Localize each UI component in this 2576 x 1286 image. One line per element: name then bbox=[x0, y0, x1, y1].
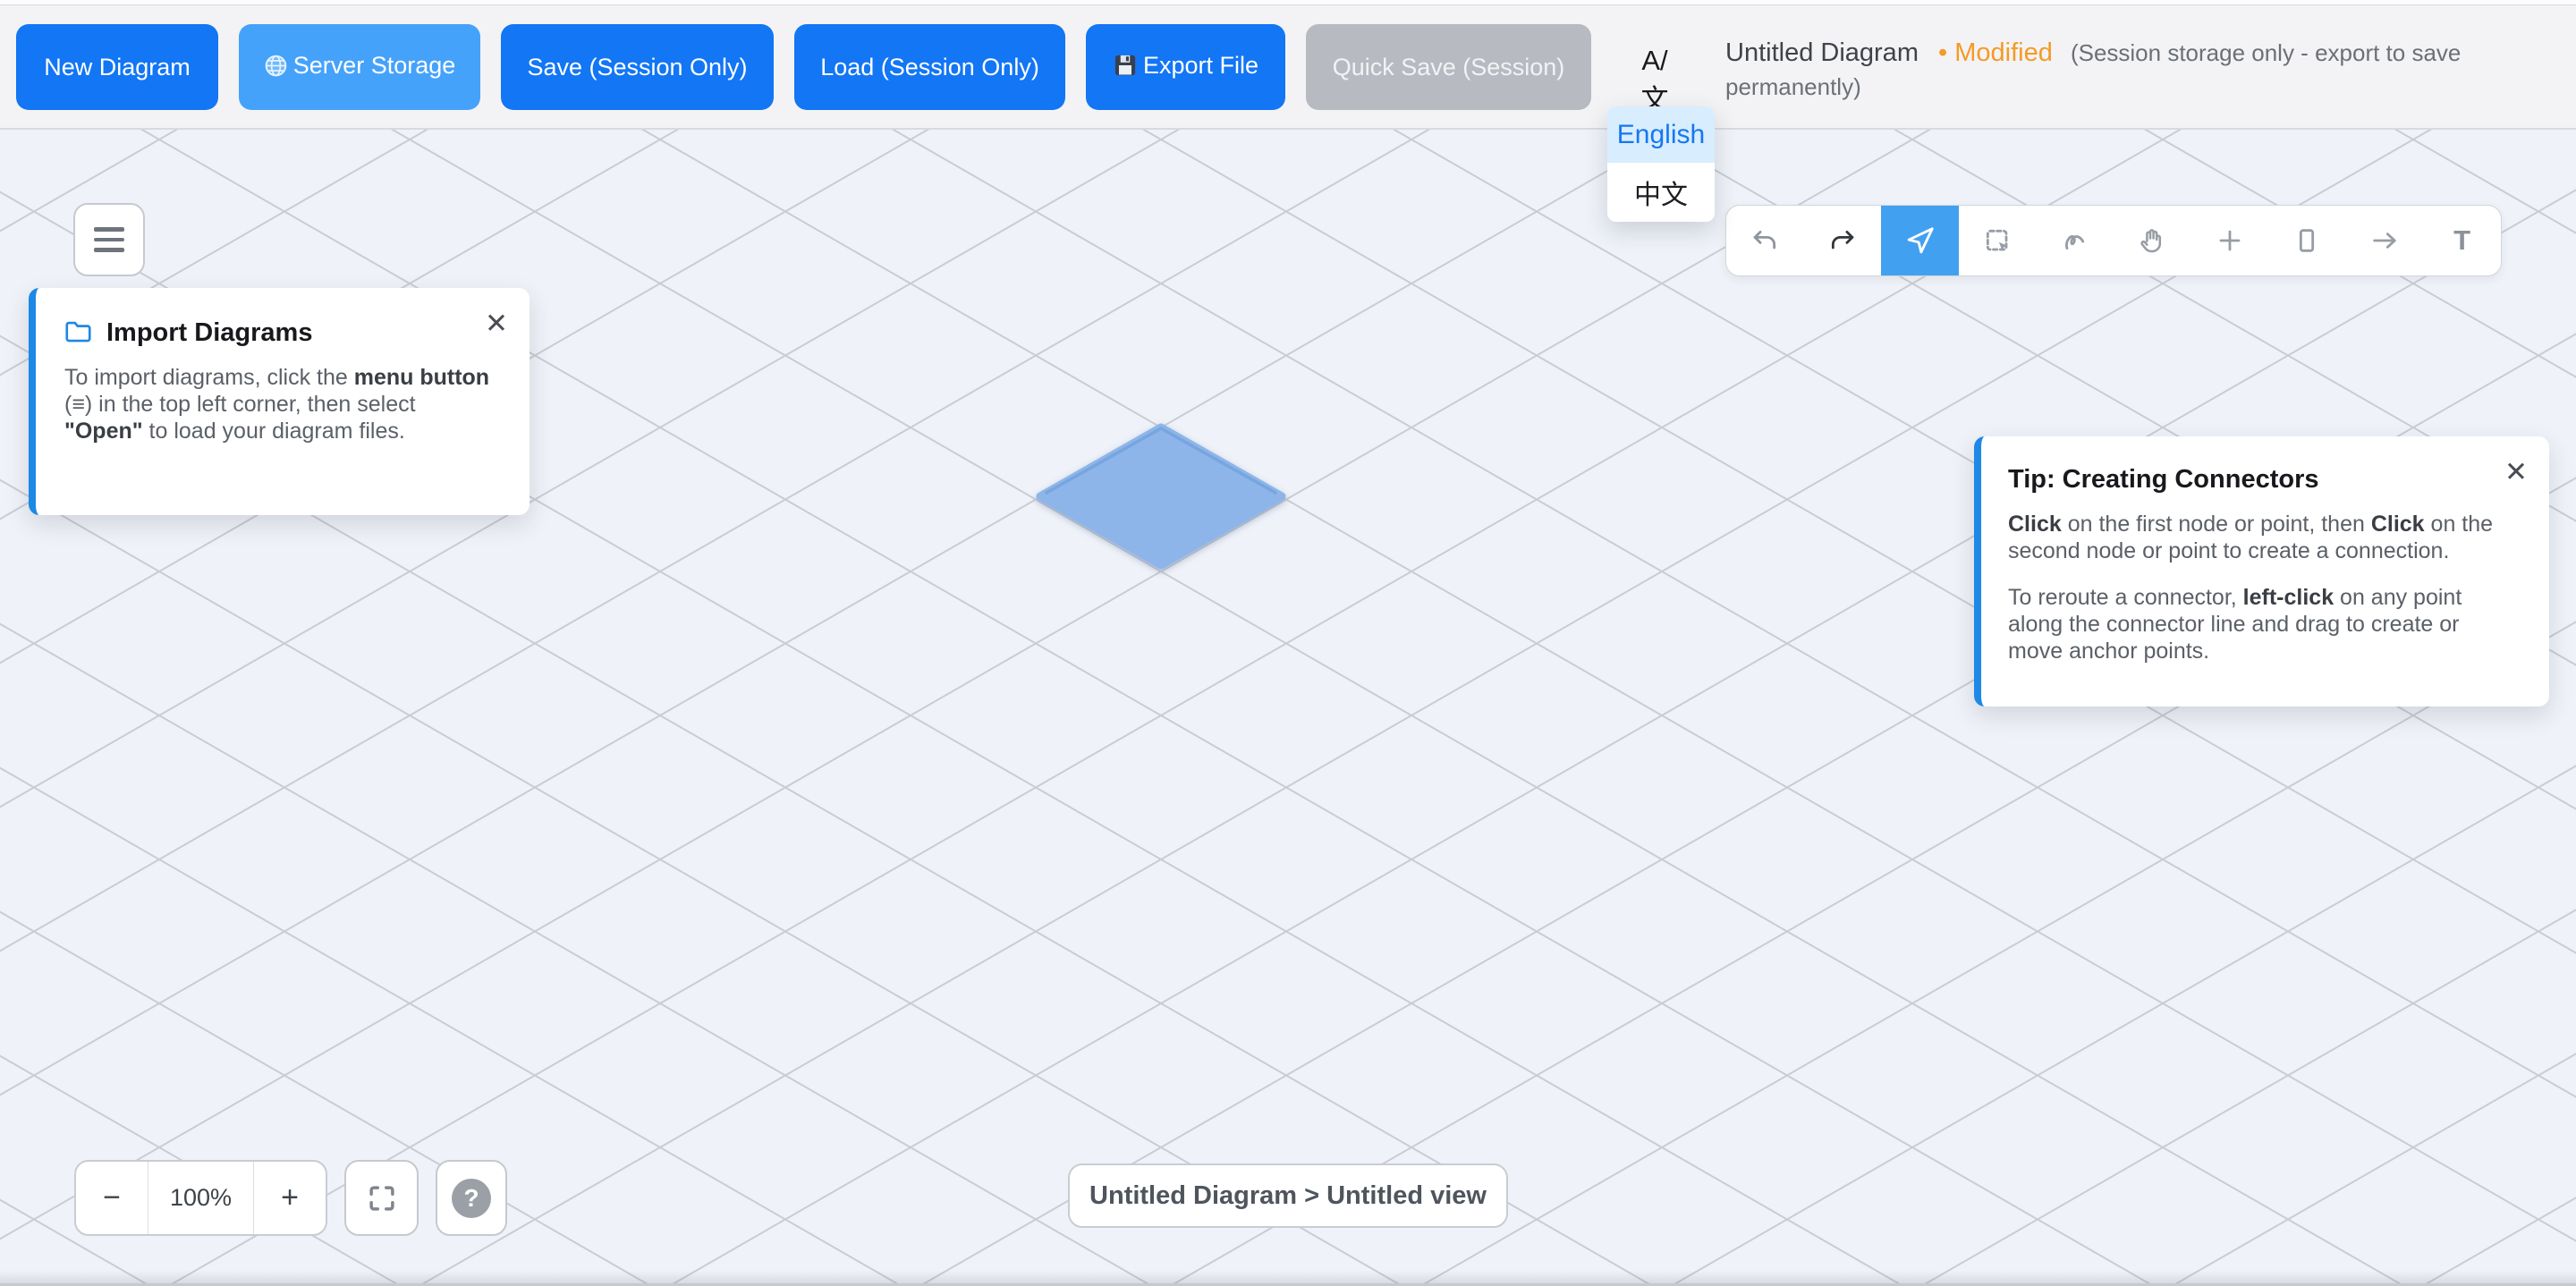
connector-tool-button[interactable] bbox=[2346, 206, 2424, 275]
quick-save-label: Quick Save (Session) bbox=[1333, 52, 1565, 82]
new-diagram-button[interactable]: New Diagram bbox=[16, 24, 218, 110]
hand-icon bbox=[2138, 226, 2166, 255]
zoom-in-button[interactable]: + bbox=[254, 1162, 326, 1234]
diagram-app: New Diagram Server Storage Save (Session… bbox=[0, 0, 2576, 1286]
quick-save-button[interactable]: Quick Save (Session) bbox=[1306, 24, 1591, 110]
app-header: New Diagram Server Storage Save (Session… bbox=[0, 0, 2576, 130]
save-session-label: Save (Session Only) bbox=[527, 52, 747, 82]
help-icon: ? bbox=[452, 1179, 491, 1218]
text-tool-icon: T bbox=[2453, 224, 2470, 257]
text-tool-button[interactable]: T bbox=[2423, 206, 2501, 275]
export-file-button[interactable]: Export File bbox=[1086, 24, 1285, 110]
server-storage-button[interactable]: Server Storage bbox=[239, 24, 480, 110]
add-node-button[interactable] bbox=[2191, 206, 2269, 275]
menu-bar bbox=[94, 227, 124, 232]
pan-tool-button[interactable] bbox=[2114, 206, 2191, 275]
save-session-button[interactable]: Save (Session Only) bbox=[501, 24, 774, 110]
redo-button[interactable] bbox=[1804, 206, 1882, 275]
help-button[interactable]: ? bbox=[436, 1160, 507, 1236]
rectangle-icon bbox=[2292, 226, 2321, 255]
menu-bar bbox=[94, 248, 124, 252]
select-cursor-icon bbox=[1905, 226, 1935, 256]
import-card-body: To import diagrams, click the menu butto… bbox=[64, 364, 497, 444]
new-diagram-label: New Diagram bbox=[44, 52, 191, 82]
import-diagrams-card: Import Diagrams ✕ To import diagrams, cl… bbox=[29, 288, 530, 515]
server-storage-label: Server Storage bbox=[293, 52, 456, 79]
arrow-right-icon bbox=[2370, 226, 2399, 255]
breadcrumb: Untitled Diagram > Untitled view bbox=[1068, 1163, 1508, 1228]
menu-bar bbox=[94, 238, 124, 242]
undo-icon bbox=[1750, 226, 1779, 255]
language-option-english[interactable]: English bbox=[1607, 106, 1715, 163]
load-session-label: Load (Session Only) bbox=[820, 52, 1039, 82]
zoom-level: 100% bbox=[148, 1162, 254, 1234]
language-menu: English 中文 bbox=[1607, 106, 1715, 222]
redo-icon bbox=[1828, 226, 1857, 255]
fit-view-button[interactable] bbox=[344, 1160, 419, 1236]
tip-card-title: Tip: Creating Connectors bbox=[2008, 465, 2319, 495]
menu-button[interactable] bbox=[73, 203, 145, 276]
select-tool-button[interactable] bbox=[1881, 206, 1959, 275]
modified-badge: • Modified bbox=[1938, 38, 2053, 67]
globe-icon bbox=[264, 54, 288, 85]
fullscreen-icon bbox=[365, 1181, 399, 1215]
tip-card-body: Click on the first node or point, then C… bbox=[2008, 511, 2517, 664]
export-file-label: Export File bbox=[1143, 52, 1258, 79]
tools-toolbar: T bbox=[1725, 205, 2502, 276]
marquee-select-icon bbox=[1983, 226, 2012, 255]
zoom-controls: − 100% + bbox=[74, 1160, 327, 1236]
undo-button[interactable] bbox=[1726, 206, 1804, 275]
import-card-title: Import Diagrams bbox=[106, 318, 312, 348]
page-title: Untitled Diagram bbox=[1725, 38, 1919, 67]
plus-icon bbox=[2216, 226, 2244, 255]
floppy-icon bbox=[1113, 53, 1138, 85]
import-card-close-icon[interactable]: ✕ bbox=[485, 309, 508, 337]
zoom-out-button[interactable]: − bbox=[76, 1162, 148, 1234]
tip-card-close-icon[interactable]: ✕ bbox=[2504, 458, 2528, 486]
load-session-button[interactable]: Load (Session Only) bbox=[794, 24, 1065, 110]
scribble-tool-button[interactable] bbox=[2036, 206, 2114, 275]
header-button-row: New Diagram Server Storage Save (Session… bbox=[16, 24, 1591, 110]
language-toggle-button[interactable]: A/文 bbox=[1628, 45, 1682, 89]
language-option-chinese[interactable]: 中文 bbox=[1607, 163, 1715, 222]
tip-connectors-card: Tip: Creating Connectors ✕ Click on the … bbox=[1974, 436, 2549, 706]
scribble-icon bbox=[2061, 226, 2089, 255]
document-title-block: Untitled Diagram • Modified (Session sto… bbox=[1725, 36, 2538, 104]
folder-icon bbox=[64, 319, 92, 348]
marquee-select-button[interactable] bbox=[1959, 206, 2037, 275]
rectangle-tool-button[interactable] bbox=[2268, 206, 2346, 275]
